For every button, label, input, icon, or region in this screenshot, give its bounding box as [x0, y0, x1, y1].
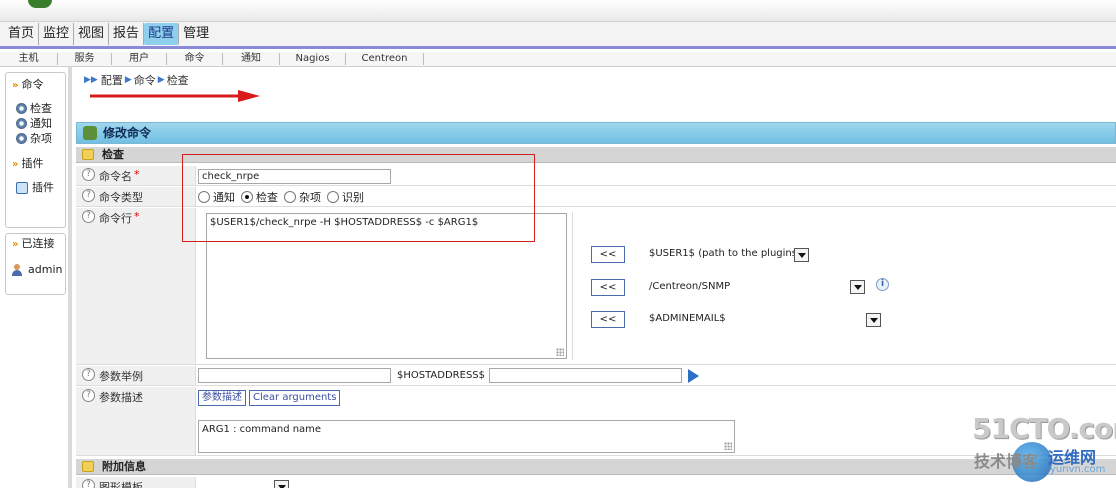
- submenu-services[interactable]: 服务: [58, 53, 112, 65]
- arg-example-macro: $HOSTADDRESS$: [397, 370, 485, 381]
- top-header: [0, 0, 1116, 22]
- menu-monitoring[interactable]: 监控: [39, 23, 75, 45]
- folder-icon: [82, 149, 94, 160]
- resize-grip-icon[interactable]: [556, 348, 564, 356]
- submenu-notifications[interactable]: 通知: [223, 53, 280, 65]
- insert-macro-button[interactable]: <<: [591, 279, 625, 296]
- graph-template-label: ? 图形模板: [76, 477, 196, 488]
- breadcrumb-commands[interactable]: 命令: [134, 72, 156, 88]
- sidebar-item-notify[interactable]: 通知: [6, 116, 65, 131]
- macro-select-path[interactable]: /Centreon/SNMP: [649, 280, 730, 294]
- submenu-users[interactable]: 用户: [112, 53, 167, 65]
- sidebar-item-check[interactable]: 检查: [6, 101, 65, 116]
- sidebar-commands-box: » 命令 检查 通知 杂项 » 插件 插件: [5, 72, 66, 228]
- macro-select-user1[interactable]: $USER1$ (path to the plugins): [649, 247, 801, 261]
- section-extra-info: 附加信息: [76, 459, 1116, 475]
- submenu-nagios[interactable]: Nagios: [280, 53, 346, 65]
- red-highlight-box: [182, 154, 535, 242]
- arg-example-label: ? 参数举例: [76, 366, 196, 385]
- watermark: 51CTO.com 技术博客 运维网 yunvn.com: [972, 412, 1116, 486]
- clear-arguments-button[interactable]: Clear arguments: [249, 390, 341, 406]
- help-icon[interactable]: ?: [82, 189, 95, 202]
- sub-menu: 主机 服务 用户 命令 通知 Nagios Centreon: [0, 52, 1116, 67]
- help-icon[interactable]: ?: [82, 168, 95, 181]
- dropdown-arrow-icon[interactable]: [850, 280, 865, 294]
- menu-reports[interactable]: 报告: [109, 23, 145, 45]
- sidebar-commands-title: » 命令: [12, 78, 44, 91]
- logo: [28, 0, 52, 8]
- help-icon[interactable]: ?: [82, 368, 95, 381]
- command-name-label: ? 命令名 *: [76, 166, 196, 185]
- help-icon[interactable]: ?: [82, 479, 95, 488]
- dropdown-arrow-icon[interactable]: [866, 313, 881, 327]
- menu-home[interactable]: 首页: [4, 23, 40, 45]
- describe-args-button[interactable]: 参数描述: [198, 390, 246, 406]
- double-chevron-icon: »: [12, 80, 19, 91]
- menu-administration[interactable]: 管理: [179, 23, 213, 45]
- info-icon[interactable]: i: [876, 278, 889, 291]
- menu-configuration[interactable]: 配置: [144, 23, 180, 45]
- arg-desc-textarea[interactable]: ARG1 : command name: [198, 420, 735, 453]
- sidebar: » 命令 检查 通知 杂项 » 插件 插件 » 已连接 admin: [0, 67, 72, 488]
- dropdown-arrow-icon[interactable]: [274, 480, 289, 488]
- command-type-label: ? 命令类型: [76, 187, 196, 206]
- play-icon[interactable]: [688, 369, 699, 383]
- plugin-icon: [16, 181, 28, 194]
- breadcrumb-check[interactable]: 检查: [167, 72, 189, 88]
- watermark-domain: yunvn.com: [1050, 464, 1106, 475]
- gear-icon: [16, 133, 27, 144]
- row-arg-example: ? 参数举例 $HOSTADDRESS$: [76, 366, 1116, 386]
- row-arg-description: ? 参数描述 参数描述 Clear arguments ARG1 : comman…: [76, 387, 1116, 456]
- sidebar-plugins-title: » 插件: [12, 157, 44, 170]
- watermark-tagline: 技术博客: [974, 452, 1039, 471]
- macro-select-email[interactable]: $ADMINEMAIL$: [649, 312, 726, 326]
- form-header: 修改命令: [76, 122, 1116, 144]
- red-arrow-annotation: [90, 90, 260, 102]
- user-icon: [12, 263, 22, 276]
- sidebar-item-misc[interactable]: 杂项: [6, 131, 65, 146]
- sidebar-connected-title: » 已连接: [12, 237, 55, 250]
- sidebar-item-plugins[interactable]: 插件: [6, 180, 65, 195]
- help-icon[interactable]: ?: [82, 210, 95, 223]
- folder-icon: [82, 461, 94, 472]
- submenu-centreon[interactable]: Centreon: [346, 53, 424, 65]
- chevron-right-icon: ▶: [157, 75, 165, 85]
- gear-icon: [16, 118, 27, 129]
- submenu-hosts[interactable]: 主机: [0, 53, 58, 65]
- submenu-commands[interactable]: 命令: [167, 53, 223, 65]
- chevron-right-icon: ▶: [124, 75, 132, 85]
- arg-example-value-input[interactable]: [489, 368, 682, 383]
- command-icon: [83, 126, 97, 140]
- insert-macro-button[interactable]: <<: [591, 311, 625, 328]
- resize-grip-icon[interactable]: [724, 442, 732, 450]
- breadcrumb: ▶▶ 配置 ▶ 命令 ▶ 检查: [84, 72, 189, 88]
- double-chevron-icon: »: [12, 159, 19, 170]
- watermark-brand: 51CTO.com: [972, 412, 1116, 445]
- gear-icon: [16, 103, 27, 114]
- double-chevron-icon: ▶▶: [84, 75, 98, 85]
- help-icon[interactable]: ?: [82, 389, 95, 402]
- command-line-label: ? 命令行 *: [76, 208, 196, 364]
- double-chevron-icon: »: [12, 239, 19, 250]
- insert-macro-button[interactable]: <<: [591, 246, 625, 263]
- row-graph-template: ? 图形模板: [76, 477, 1116, 488]
- menu-views[interactable]: 视图: [74, 23, 110, 45]
- arg-example-input[interactable]: [198, 368, 391, 383]
- sidebar-user-admin[interactable]: admin: [6, 262, 65, 277]
- main-menu: 首页 监控 视图 报告 配置 管理: [0, 22, 1116, 49]
- arg-desc-label: ? 参数描述: [76, 387, 196, 455]
- sidebar-connected-box: » 已连接 admin: [5, 233, 66, 295]
- dropdown-arrow-icon[interactable]: [794, 248, 809, 262]
- breadcrumb-config[interactable]: 配置: [101, 72, 123, 88]
